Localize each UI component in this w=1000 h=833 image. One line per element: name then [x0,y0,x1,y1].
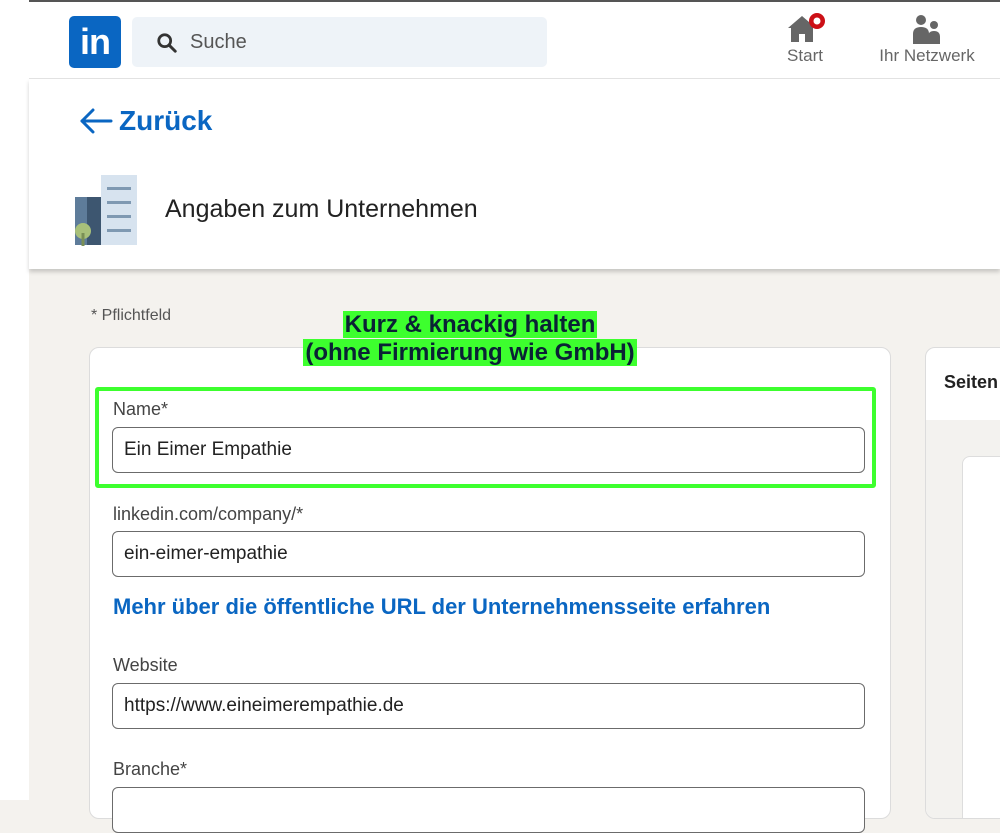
preview-title: Seiten [944,372,999,392]
nav-network[interactable]: Ihr Netzwerk [867,12,987,66]
industry-label: Branche* [113,759,188,779]
website-field[interactable]: https://www.eineimerempathie.de [112,683,865,729]
top-navigation-bar: in Suche Start Ihr Netzwerk [29,0,1000,79]
preview-area [926,420,1000,818]
url-label: linkedin.com/company/* [113,504,304,524]
back-label: Zurück [119,105,213,136]
name-label: Name* [113,399,169,419]
linkedin-logo[interactable]: in [69,16,121,68]
home-icon [788,13,825,42]
preview-box [962,456,1000,818]
page-preview-card: Seiten [925,347,1000,819]
company-url-field[interactable]: ein-eimer-empathie [112,531,865,577]
nav-start-label: Start [787,46,823,65]
name-field[interactable]: Ein Eimer Empathie [112,427,865,473]
required-field-note: * Pflichtfeld [91,307,172,324]
search-icon [157,33,177,53]
public-url-info-link[interactable]: Mehr über die öffentliche URL der Untern… [113,594,770,620]
back-link[interactable]: Zurück [79,105,212,137]
page-header: Zurück Angaben zum Unternehmen [29,79,1000,269]
nav-network-label: Ihr Netzwerk [879,46,975,65]
industry-field[interactable] [112,787,865,833]
annotation-callout: Kurz & knackig halten (ohne Firmierung w… [285,311,655,367]
callout-line-1: Kurz & knackig halten [342,311,598,338]
callout-line-2: (ohne Firmierung wie GmbH) [303,339,637,366]
search-input[interactable]: Suche [190,31,247,54]
website-label: Website [113,655,178,675]
nav-start[interactable]: Start [777,12,833,66]
network-icon [913,15,940,44]
arrow-left-icon [80,108,113,134]
search-bar[interactable]: Suche [132,17,547,67]
left-margin [0,0,29,800]
page-title: Angaben zum Unternehmen [165,195,478,223]
company-building-icon [75,175,137,246]
